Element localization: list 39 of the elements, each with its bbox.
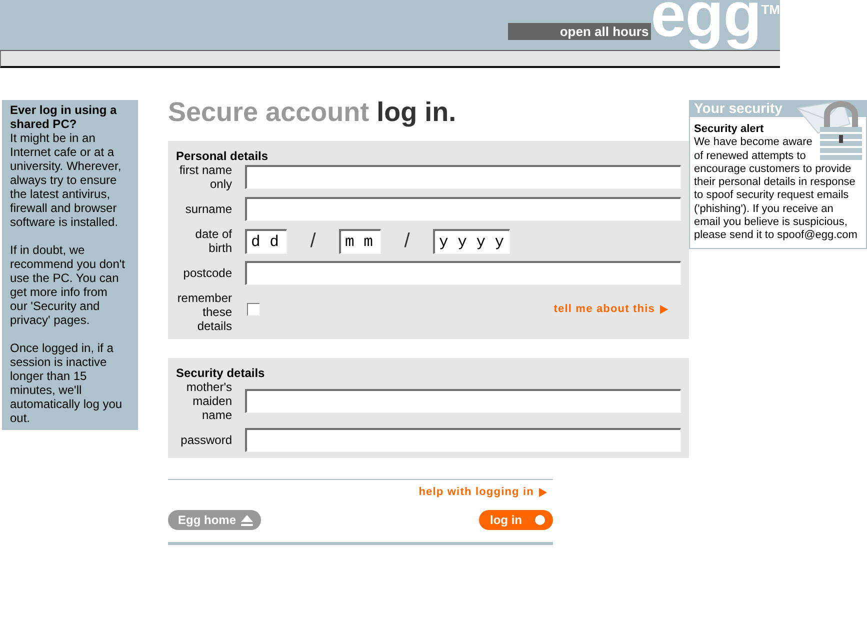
date-input[interactable]: d d	[245, 228, 287, 254]
date-separator: /	[403, 229, 411, 253]
field-label: first name only	[178, 163, 232, 191]
text-input[interactable]	[245, 389, 681, 413]
field-label: remember these details	[176, 291, 232, 333]
date-separator: /	[309, 229, 317, 253]
text-input[interactable]	[245, 197, 681, 221]
trademark-sign: TM	[761, 3, 780, 16]
sidebar-paragraph: If in doubt, we recommend you don't use the PC. You can get more info from our 'Security and privacy' pages.	[10, 243, 126, 327]
eject-icon	[241, 514, 254, 526]
logo: egg	[650, 0, 762, 50]
triangle-right-icon	[660, 304, 668, 314]
triangle-right-icon	[539, 488, 547, 497]
sidebar-paragraph: Once logged in, if a session is inactive longer than 15 minutes, we'll automatically log you out.	[10, 341, 124, 425]
alert-text: We have become aware of renewed attempts to encourage customers to provide their personal details in response to spoof security request emails ('phishing'). If you receive an email you believe is suspicious, please send it to spoof@egg.com	[694, 136, 858, 242]
field-label: password	[180, 433, 232, 447]
sidebar-heading: Ever log in using a shared PC?	[10, 103, 118, 131]
sidebar-paragraph: It might be in an Internet cafe or at a university. Wherever, always try to ensure the latest antivirus, firewall and browser software is installed.	[10, 131, 122, 229]
date-input[interactable]: y y y y	[433, 228, 510, 254]
text-input[interactable]	[245, 428, 681, 452]
dot-icon	[535, 515, 545, 525]
field-label: postcode	[182, 266, 232, 280]
field-label: mother's maiden name	[185, 380, 232, 422]
home-button[interactable]: Egg home	[168, 510, 262, 530]
text-input[interactable]	[245, 165, 681, 189]
text-input[interactable]	[245, 261, 681, 285]
field-label: date of birth	[194, 227, 232, 255]
tell-me-more-link[interactable]: tell me about this	[554, 302, 668, 316]
help-link[interactable]: help with logging in	[418, 486, 547, 499]
padlock-icon	[820, 101, 862, 160]
alert-heading: Security alert	[694, 123, 765, 136]
tagline: open all hours	[508, 23, 651, 40]
checkbox[interactable]	[247, 302, 260, 316]
panel-heading: Personal details	[176, 149, 270, 163]
page-title: Secure account log in.	[168, 97, 458, 127]
login-button[interactable]: log in	[479, 510, 553, 530]
panel-heading: Security details	[176, 366, 266, 380]
date-input[interactable]: m m	[339, 228, 381, 254]
field-label: surname	[184, 202, 232, 216]
